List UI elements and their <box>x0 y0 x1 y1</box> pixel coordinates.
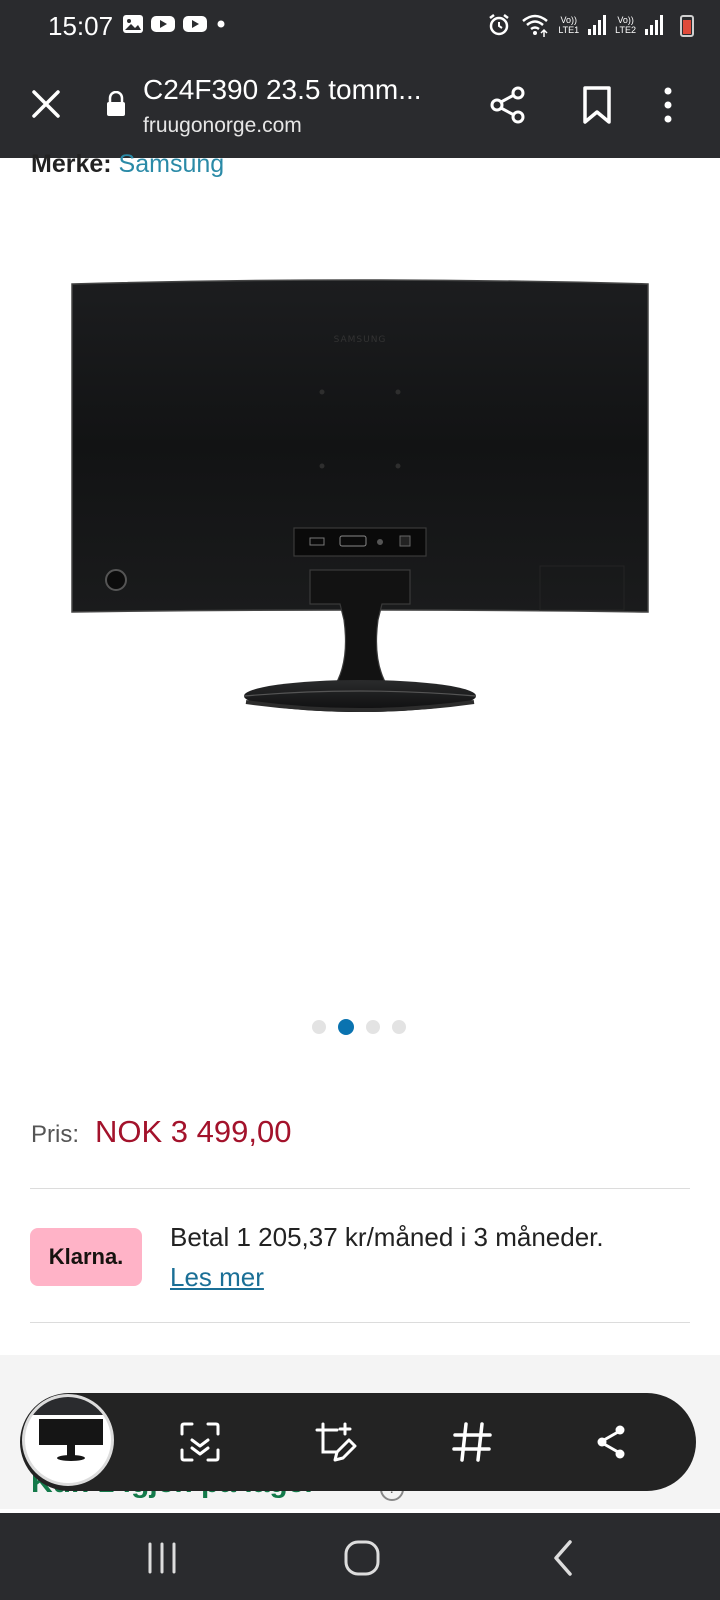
divider <box>30 1322 690 1323</box>
price-value: NOK 3 499,00 <box>95 1114 292 1149</box>
back-icon[interactable] <box>544 1538 584 1578</box>
wifi-icon <box>522 14 549 37</box>
brand-label: Merke: <box>31 150 112 178</box>
sim1-network: LTE1 <box>558 25 580 35</box>
page-domain[interactable]: fruugonorge.com <box>143 114 302 138</box>
system-icons: Vo)) LTE1 Vo)) LTE2 <box>486 12 664 38</box>
browser-toolbar: C24F390 23.5 tomm... fruugonorge.com <box>0 52 720 158</box>
sim2-network: LTE2 <box>615 25 636 35</box>
carousel-dot[interactable] <box>312 1020 326 1034</box>
screen: 15:07 Vo)) LTE1 Vo)) LTE2 C24F390 23.5 t… <box>0 0 720 1600</box>
alarm-icon <box>489 14 510 36</box>
sim2-volte: Vo)) <box>617 15 634 25</box>
close-icon[interactable] <box>26 84 66 124</box>
carousel-indicator <box>312 1019 406 1035</box>
carousel-dot-active[interactable] <box>338 1019 354 1035</box>
signal-icon <box>645 15 663 35</box>
hashtag-icon[interactable] <box>450 1420 494 1464</box>
share-icon[interactable] <box>590 1420 634 1464</box>
signal-icon <box>588 15 607 35</box>
price-label: Pris: <box>31 1121 79 1148</box>
sim2-label: Vo)) LTE2 <box>615 15 636 35</box>
scan-text-icon[interactable] <box>178 1420 222 1464</box>
product-image[interactable]: SAMSUNG <box>60 270 660 740</box>
brand-line: Merke: Samsung <box>31 150 224 179</box>
price-row: Pris: NOK 3 499,00 <box>31 1114 291 1150</box>
edit-crop-icon[interactable] <box>313 1420 357 1464</box>
more-options-icon[interactable] <box>660 84 676 126</box>
klarna-logo: Klarna. <box>30 1228 142 1286</box>
gallery-icon <box>123 15 143 33</box>
youtube-icon <box>151 16 175 32</box>
battery-icon <box>680 15 694 37</box>
carousel-dot[interactable] <box>392 1020 406 1034</box>
klarna-read-more-link[interactable]: Les mer <box>170 1262 264 1293</box>
share-icon[interactable] <box>488 84 528 126</box>
status-bar: 15:07 Vo)) LTE1 Vo)) LTE2 <box>0 0 720 52</box>
bookmark-icon[interactable] <box>580 85 614 125</box>
recent-apps-icon[interactable] <box>142 1538 182 1578</box>
carousel-dot[interactable] <box>366 1020 380 1034</box>
divider <box>30 1188 690 1189</box>
notification-icons <box>122 14 228 34</box>
klarna-installment-text: Betal 1 205,37 kr/måned i 3 måneder. <box>170 1222 604 1252</box>
brand-link[interactable]: Samsung <box>119 150 225 178</box>
home-icon[interactable] <box>342 1538 382 1578</box>
sim1-label: Vo)) LTE1 <box>558 15 579 35</box>
status-time: 15:07 <box>48 11 114 41</box>
page-title[interactable]: C24F390 23.5 tomm... <box>143 74 422 106</box>
youtube-icon <box>183 16 207 32</box>
lock-icon <box>107 91 125 116</box>
sim1-volte: Vo)) <box>560 15 577 25</box>
screenshot-thumbnail[interactable] <box>22 1394 114 1486</box>
svg-text:SAMSUNG: SAMSUNG <box>334 335 387 345</box>
dot-icon <box>217 20 225 28</box>
